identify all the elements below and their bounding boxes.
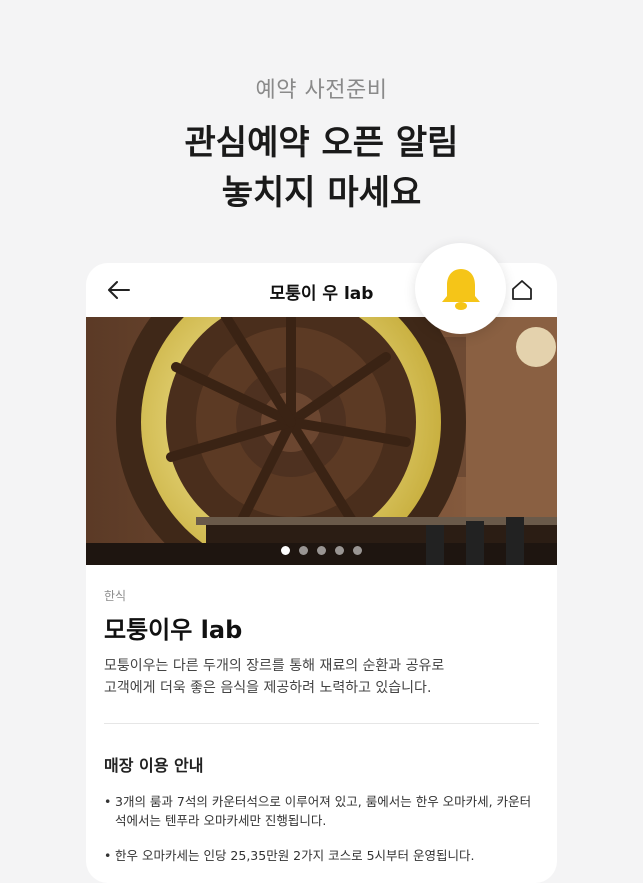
divider	[104, 723, 539, 724]
store-detail-card: 모퉁이 우 lab 한식 모퉁이우 lab 모퉁이우는 다른 두개의 장르를 통…	[86, 263, 557, 883]
store-category: 한식	[104, 589, 127, 603]
carousel-indicator	[86, 546, 557, 555]
store-photo-carousel[interactable]	[86, 317, 557, 565]
restaurant-vault-photo	[86, 317, 557, 565]
carousel-dot-2[interactable]	[299, 546, 308, 555]
carousel-dot-5[interactable]	[353, 546, 362, 555]
home-icon	[512, 280, 532, 300]
promo-subtitle: 예약 사전준비	[255, 78, 388, 103]
home-button[interactable]	[507, 275, 537, 305]
carousel-dot-1[interactable]	[281, 546, 290, 555]
guide-item: 3개의 룸과 7석의 카운터석으로 이루어져 있고, 룸에서는 한우 오마카세,…	[104, 792, 539, 830]
promo-title-line1: 관심예약 오픈 알림	[184, 123, 459, 163]
promo-title-line2: 놓치지 마세요	[221, 173, 422, 213]
bell-icon	[441, 268, 480, 310]
store-description-line2: 고객에게 더욱 좋은 음식을 제공하려 노력하고 있습니다.	[104, 680, 432, 696]
carousel-dot-3[interactable]	[317, 546, 326, 555]
store-info: 한식 모퉁이우 lab 모퉁이우는 다른 두개의 장르를 통해 재료의 순환과 …	[104, 587, 539, 865]
notification-bell-button[interactable]	[415, 243, 506, 334]
guide-title: 매장 이용 안내	[104, 756, 204, 775]
store-name: 모퉁이우 lab	[104, 616, 243, 644]
carousel-dot-4[interactable]	[335, 546, 344, 555]
store-description: 모퉁이우는 다른 두개의 장르를 통해 재료의 순환과 공유로 고객에게 더욱 …	[104, 655, 539, 699]
promo-title: 관심예약 오픈 알림 놓치지 마세요	[0, 118, 643, 218]
guide-item: 한우 오마카세는 인당 25,35만원 2가지 코스로 5시부터 운영됩니다.	[104, 846, 539, 865]
store-description-line1: 모퉁이우는 다른 두개의 장르를 통해 재료의 순환과 공유로	[104, 658, 445, 674]
